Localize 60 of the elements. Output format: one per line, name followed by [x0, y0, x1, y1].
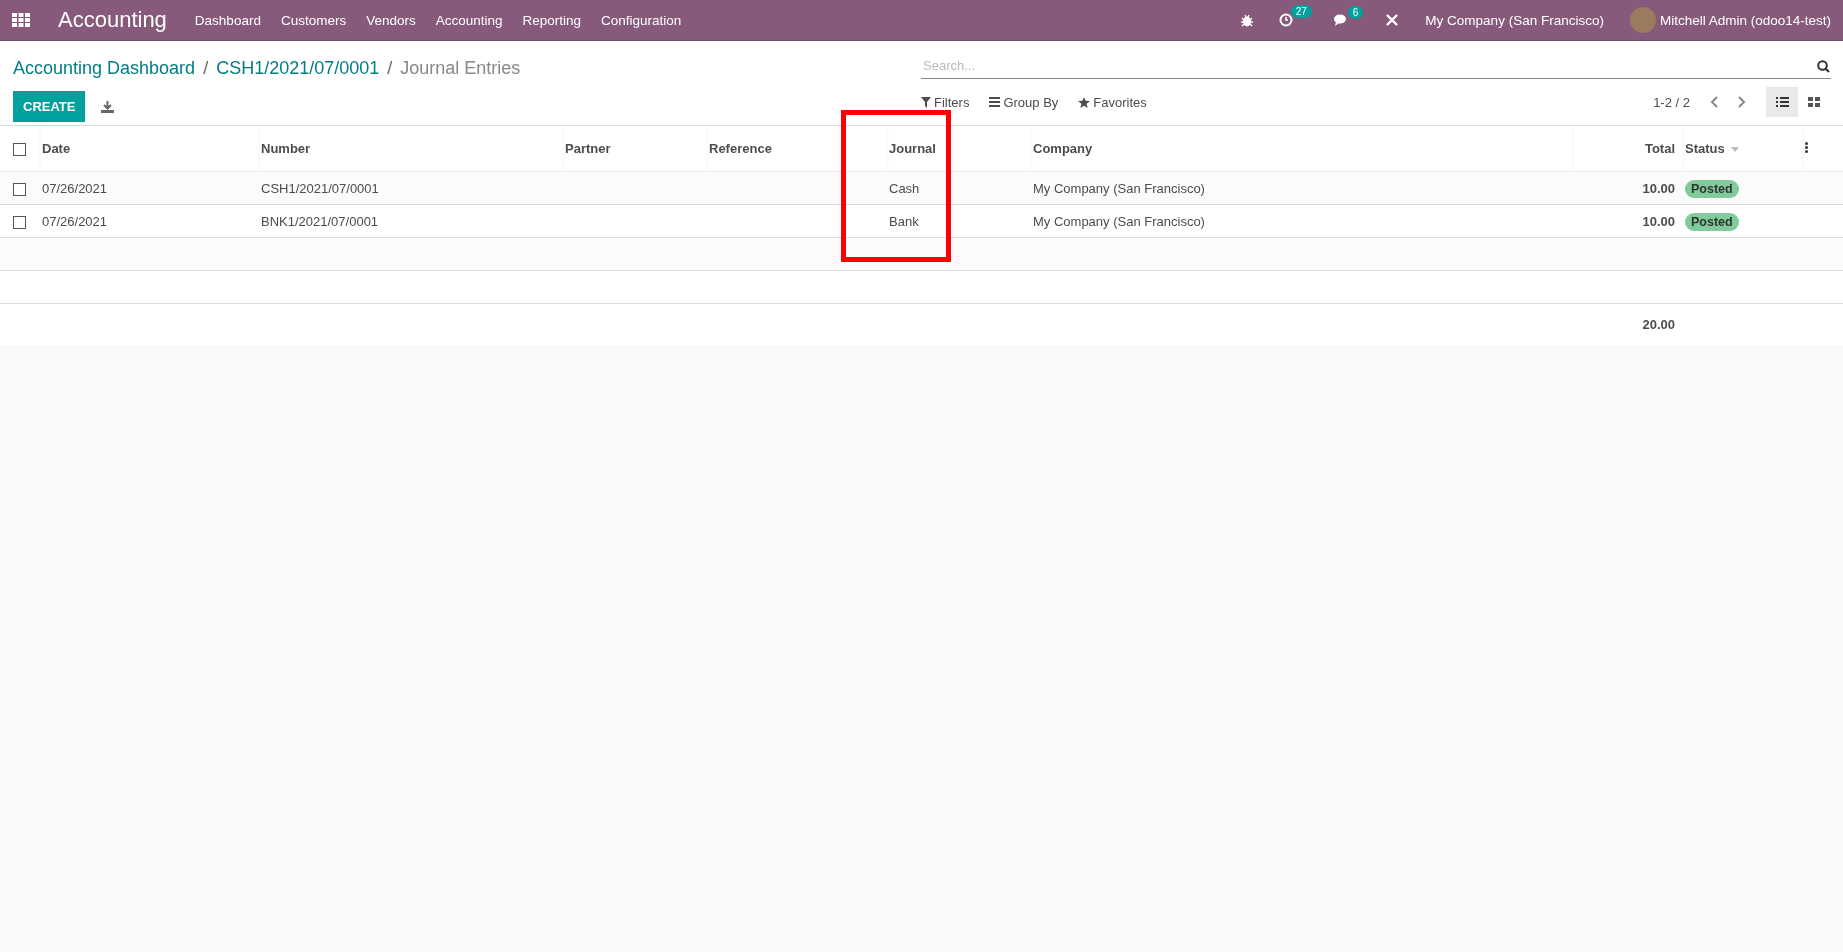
column-header[interactable]: Reference [709, 141, 772, 156]
menu-item[interactable]: Configuration [601, 12, 682, 28]
bug-icon[interactable] [1240, 13, 1253, 27]
breadcrumb-separator: / [203, 57, 209, 79]
breadcrumb-current: Journal Entries [400, 57, 521, 79]
optional-columns-icon[interactable] [1805, 142, 1808, 153]
row-checkbox[interactable] [13, 215, 26, 229]
table-cell: Cash [889, 180, 920, 196]
menu-item[interactable]: Accounting [435, 12, 503, 28]
menu-item[interactable]: Dashboard [194, 12, 261, 28]
row-checkbox[interactable] [13, 182, 26, 196]
search-option-button[interactable]: Favorites [1078, 94, 1147, 110]
tools-icon[interactable] [1385, 13, 1400, 27]
column-header[interactable]: Partner [565, 141, 611, 156]
table-cell: Bank [889, 213, 919, 229]
select-all-checkbox[interactable] [13, 143, 26, 157]
previous-icon[interactable] [1710, 96, 1718, 108]
table-cell: 07/26/2021 [42, 180, 108, 196]
lines-icon [989, 97, 1001, 107]
message-count-badge: 6 [1347, 5, 1364, 19]
table-cell: 10.00 [1642, 213, 1675, 229]
table-cell: 10.00 [1642, 180, 1675, 196]
status-badge: Posted [1685, 212, 1739, 231]
search-option-button[interactable]: Group By [989, 94, 1059, 110]
search-icon[interactable] [1817, 59, 1830, 73]
column-header[interactable]: Journal [889, 141, 936, 156]
total-sum: 20.00 [1642, 317, 1675, 332]
pager-value[interactable]: 1-2 / 2 [1653, 94, 1690, 110]
next-icon[interactable] [1738, 96, 1746, 108]
menu-item[interactable]: Customers [280, 12, 347, 28]
breadcrumb-separator: / [387, 57, 393, 79]
list-icon [1775, 97, 1789, 107]
table-cell: CSH1/2021/07/0001 [261, 180, 379, 196]
download-icon[interactable] [101, 100, 115, 113]
search-field[interactable]: Search... [921, 53, 1831, 79]
search-option-button[interactable]: Filters [921, 94, 970, 110]
column-header[interactable]: Status [1685, 141, 1725, 156]
grid-icon [1808, 97, 1820, 107]
menu-item[interactable]: Reporting [522, 12, 582, 28]
list-view-button[interactable] [1766, 87, 1798, 117]
table-cell: BNK1/2021/07/0001 [261, 213, 379, 229]
column-header[interactable]: Date [42, 141, 71, 156]
column-header[interactable]: Company [1033, 141, 1093, 156]
star-icon [1078, 96, 1091, 108]
user-menu[interactable]: Mitchell Admin (odoo14-test) [1659, 12, 1831, 28]
filter-icon [921, 96, 931, 108]
menu-item[interactable]: Vendors [366, 12, 416, 28]
table-cell: My Company (San Francisco) [1033, 213, 1205, 229]
column-header[interactable]: Total [1644, 141, 1675, 156]
table-cell: My Company (San Francisco) [1033, 180, 1205, 196]
status-badge: Posted [1685, 179, 1739, 198]
column-header[interactable]: Number [261, 141, 311, 156]
app-title[interactable]: Accounting [58, 7, 167, 33]
activity-count-badge: 27 [1290, 5, 1312, 18]
breadcrumb-link[interactable]: Accounting Dashboard [13, 57, 196, 79]
company-switcher[interactable]: My Company (San Francisco) [1425, 12, 1604, 28]
clock-icon[interactable] [1278, 13, 1293, 27]
apps-menu-icon[interactable] [12, 13, 30, 27]
breadcrumb-link[interactable]: CSH1/2021/07/0001 [216, 57, 380, 79]
table-cell: 07/26/2021 [42, 213, 108, 229]
